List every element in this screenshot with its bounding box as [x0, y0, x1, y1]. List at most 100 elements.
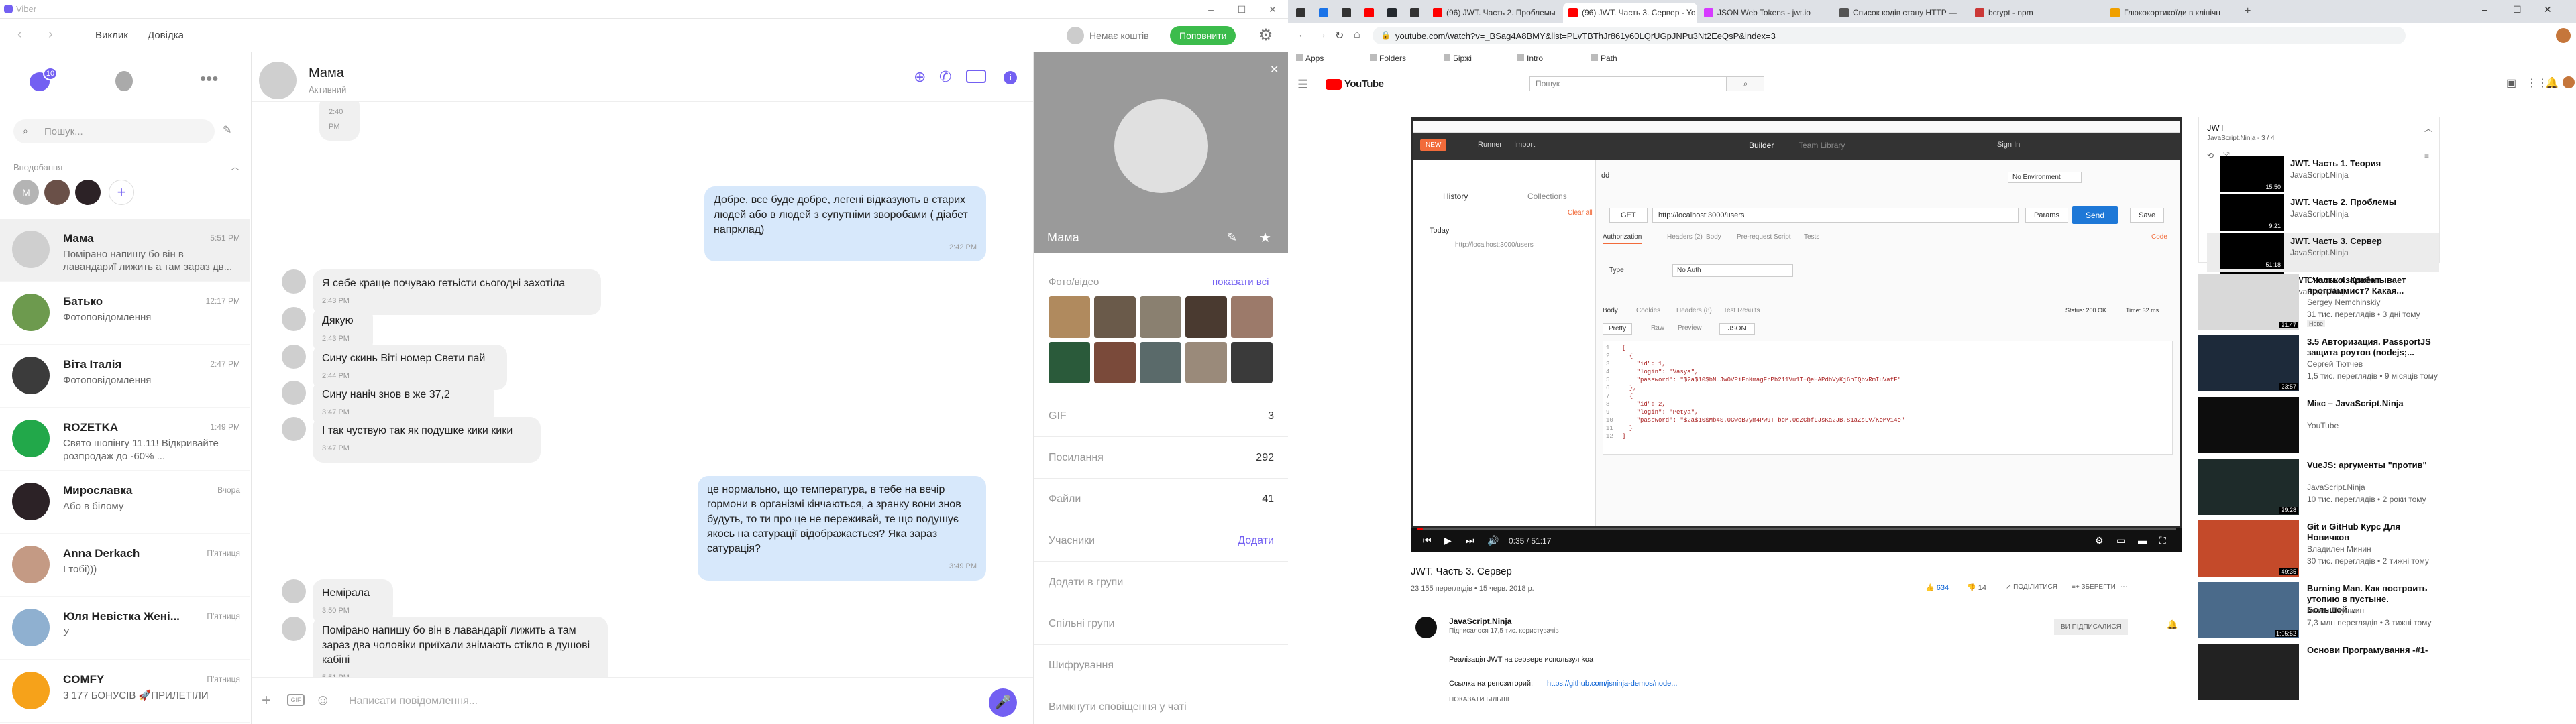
chat-list-item[interactable]: Віта Італія Фотоповідомлення 2:47 PM [0, 345, 250, 408]
info-icon[interactable]: i [1004, 71, 1017, 84]
bookmark-item[interactable]: Apps [1296, 54, 1324, 63]
prev-icon[interactable]: ⏮ [1423, 535, 1432, 546]
message-input[interactable]: Написати повідомлення... [349, 695, 478, 707]
message-bubble[interactable]: Помірано напишу бо він в лавандарії лижи… [282, 617, 608, 677]
chat-list-item[interactable]: Мирославка Або в білому Вчора [0, 471, 250, 534]
media-thumbnail[interactable] [1049, 342, 1090, 383]
chat-list-item[interactable]: Мама Помірано напишу бо він в лавандариї … [0, 219, 250, 282]
dislike-button[interactable]: 👎 14 [1967, 583, 1986, 592]
chat-list-item[interactable]: ROZETKA Свято шопінгу 11.11! Відкривайте … [0, 408, 250, 471]
media-thumbnail[interactable] [1094, 296, 1136, 338]
media-thumbnail[interactable] [1185, 296, 1227, 338]
favorite-avatar[interactable] [75, 180, 101, 205]
miniplayer-icon[interactable]: ▭ [2116, 535, 2125, 546]
close-info-icon[interactable]: ✕ [1270, 63, 1279, 76]
browser-tab[interactable]: Список кодів стану HTTP — [1834, 3, 1968, 23]
create-video-icon[interactable]: ▣ [2506, 76, 2516, 90]
suggested-video[interactable]: 1:05:52 Burning Man. Как построить утопию… [2198, 582, 2440, 641]
back-arrow-icon[interactable]: ‹ [17, 27, 22, 42]
add-favorite-icon[interactable]: + [109, 180, 134, 205]
yt-avatar[interactable] [2563, 76, 2575, 88]
minimize-window-button[interactable]: – [2482, 4, 2487, 15]
bookmark-item[interactable]: Folders [1370, 54, 1406, 63]
chat-list-item[interactable]: Юля Невістка Жені... У П'ятниця [0, 597, 250, 660]
playlist-collapse-icon[interactable]: ︿ [2424, 123, 2432, 134]
profile-avatar[interactable] [2556, 28, 2571, 43]
message-bubble[interactable]: Добре, все буде добре, легені відказують… [704, 186, 986, 261]
playlist-item[interactable]: 51:18 JWT. Часть 3. Сервер JavaScript.Ninj… [2207, 233, 2439, 272]
fullscreen-icon[interactable]: ⛶ [2159, 535, 2166, 546]
share-button[interactable]: ↗ ПОДІЛИТИСЯ [2006, 583, 2057, 591]
maximize-window-button[interactable]: ☐ [2513, 4, 2522, 15]
add-participant-icon[interactable]: ⊕ [914, 68, 926, 86]
minimize-button[interactable]: – [1195, 0, 1226, 19]
chat-list-item[interactable]: Anna Derkach І тобі))) П'ятниця [0, 534, 250, 597]
bookmark-item[interactable]: Біржі [1444, 54, 1472, 63]
playlist-item[interactable]: 15:50 JWT. Часть 1. Теория JavaScript.Ninj… [2207, 156, 2439, 194]
theater-icon[interactable]: ▬ [2138, 535, 2147, 546]
message-bubble[interactable]: 2:40 PM [319, 102, 360, 141]
media-thumbnail[interactable] [1140, 296, 1181, 338]
browser-tab[interactable] [1336, 3, 1358, 23]
reload-icon[interactable]: ↻ [1335, 29, 1344, 42]
settings-gear-icon[interactable]: ⚙ [1258, 25, 1273, 45]
favorite-avatar[interactable]: M [13, 180, 39, 205]
yt-search-input[interactable]: Пошук [1536, 79, 1560, 88]
topup-button[interactable]: Поповнити [1170, 26, 1236, 45]
settings-icon[interactable]: ⚙ [2095, 535, 2104, 546]
message-bubble[interactable]: І так чуствую так як подушке кики кики 3:… [282, 417, 541, 463]
media-thumbnail[interactable] [1094, 342, 1136, 383]
info-row[interactable]: Вимкнути сповіщення у чаті [1034, 686, 1288, 724]
repo-link[interactable]: https://github.com/jsninja-demos/node... [1547, 680, 1677, 688]
chat-list-item[interactable]: Батько Фотоповідомлення 12:17 PM [0, 282, 250, 345]
info-row[interactable]: Додати в групи [1034, 562, 1288, 603]
info-row[interactable]: Посилання 292 [1034, 437, 1288, 479]
browser-tab[interactable] [1382, 3, 1403, 23]
home-icon[interactable]: ⌂ [1354, 29, 1360, 41]
browser-tab[interactable] [1291, 3, 1312, 23]
contact-avatar[interactable] [259, 62, 297, 99]
media-thumbnail[interactable] [1185, 342, 1227, 383]
omnibox[interactable]: 🔒 youtube.com/watch?v=_BSag4A8BMY&list=P… [1373, 27, 2406, 44]
close-window-button[interactable]: ✕ [2544, 4, 2552, 15]
yt-search-box[interactable]: Пошук [1529, 76, 1727, 91]
suggested-video[interactable]: 49:35 Git и GitHub Курс Для Новичков Влади… [2198, 520, 2440, 579]
youtube-logo-icon[interactable] [1326, 79, 1342, 90]
notifications-bell-icon[interactable]: 🔔 [2545, 76, 2559, 90]
search-input[interactable]: Пошук... [44, 126, 83, 137]
play-icon[interactable]: ▶ [1444, 535, 1452, 546]
media-thumbnail[interactable] [1231, 296, 1273, 338]
microphone-icon[interactable]: 🎤 [989, 688, 1017, 717]
info-row[interactable]: Учасники Додати [1034, 520, 1288, 562]
browser-tab[interactable]: Глюкокортикоїди в клінічн [2105, 3, 2239, 23]
save-button[interactable]: ≡+ ЗБЕРЕГТИ [2072, 583, 2116, 591]
yt-search-button[interactable]: ⌕ [1727, 76, 1764, 91]
star-icon[interactable]: ★ [1259, 229, 1271, 246]
collapse-chevron-icon[interactable]: ︿ [231, 160, 239, 172]
chat-list-item[interactable]: COMFY 3 177 БОНУСІВ 🚀ПРИЛЕТІЛИ П'ятниця [0, 660, 250, 723]
browser-tab[interactable]: JSON Web Tokens - jwt.io [1699, 3, 1833, 23]
info-row[interactable]: Файли 41 [1034, 479, 1288, 520]
more-actions-icon[interactable]: ⋯ [2120, 582, 2128, 591]
volume-icon[interactable]: 🔊 [1487, 535, 1499, 546]
suggested-video[interactable]: 21:47 Сколько зарабатывает программист? К… [2198, 274, 2440, 333]
media-thumbnail[interactable] [1049, 296, 1090, 338]
media-thumbnail[interactable] [1140, 342, 1181, 383]
hamburger-menu-icon[interactable]: ☰ [1297, 78, 1308, 92]
subscribed-button[interactable]: ВИ ПІДПИСАЛИСЯ [2054, 619, 2128, 635]
suggested-video[interactable]: 29:28 VueJS: аргументы "против" JavaScript… [2198, 459, 2440, 518]
maximize-button[interactable]: ☐ [1226, 0, 1257, 19]
contacts-icon[interactable] [115, 71, 133, 91]
menu-help[interactable]: Довідка [148, 29, 184, 41]
like-button[interactable]: 👍 634 [1925, 583, 1949, 592]
media-thumbnail[interactable] [1231, 342, 1273, 383]
attach-plus-icon[interactable]: + [262, 691, 271, 710]
browser-tab[interactable]: (96) JWT. Часть 3. Сервер - Yo [1563, 3, 1697, 23]
next-icon[interactable]: ⏭ [1466, 535, 1474, 546]
bell-icon[interactable]: 🔔 [2167, 619, 2178, 630]
new-chat-icon[interactable]: ✎ [223, 123, 231, 137]
forward-icon[interactable]: → [1316, 29, 1327, 41]
browser-tab[interactable] [1359, 3, 1381, 23]
info-row[interactable]: GIF 3 [1034, 396, 1288, 437]
close-button[interactable]: ✕ [1257, 0, 1288, 19]
